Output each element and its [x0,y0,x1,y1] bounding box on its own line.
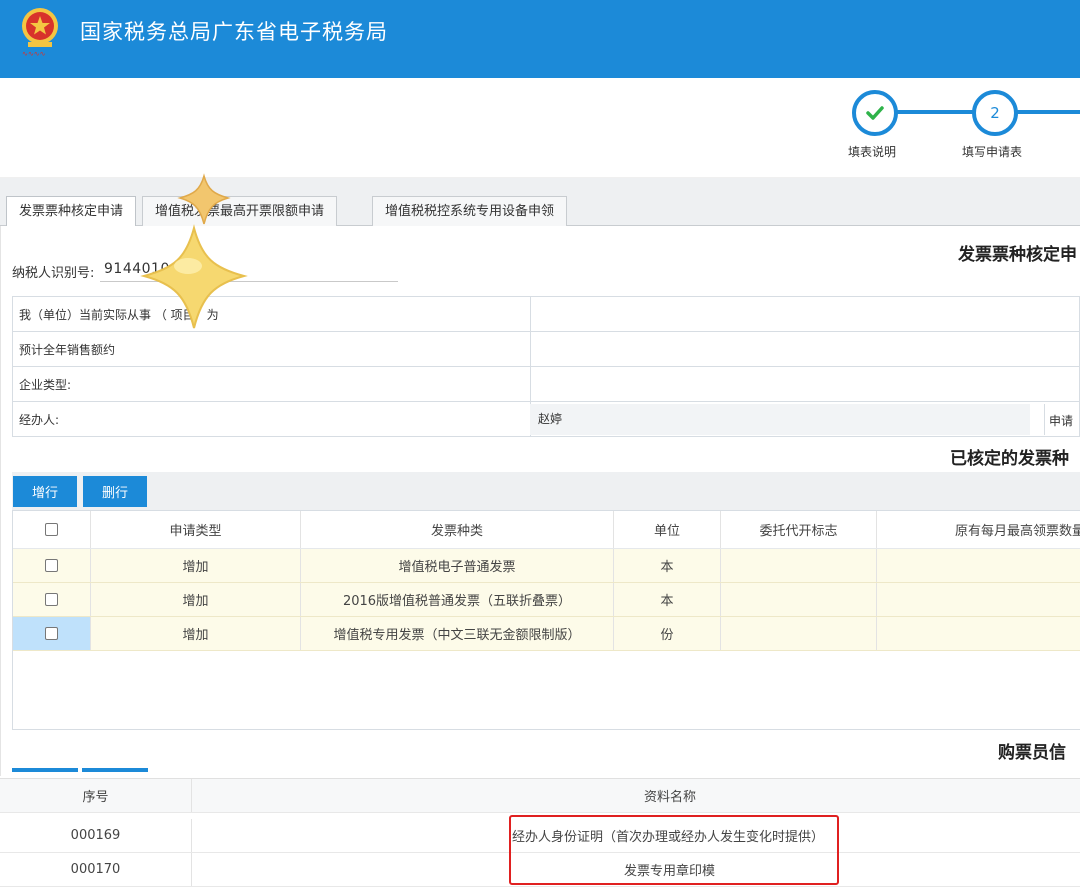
step-2-label: 填写申请表 [962,145,1023,159]
progress-stepper [0,78,1080,178]
approved-invoice-grid: 申请类型 发票种类 单位 委托代开标志 原有每月最高领票数量 增加 增值税电子普… [12,510,1080,730]
table-row[interactable]: 增加 增值税专用发票（中文三联无金额限制版） 份 [13,617,1080,651]
row-checkbox[interactable] [45,593,58,606]
delete-row-button[interactable]: 删行 [83,476,147,507]
monthly-max-cell [877,583,1080,616]
apply-type-cell: 增加 [91,583,301,616]
taxpayer-id-label: 纳税人识别号: [12,266,95,281]
approved-section-title: 已核定的发票种 [950,449,1069,469]
business-scope-field[interactable] [530,296,1080,332]
delegate-cell [721,549,877,582]
step-2-indicator: 2 [972,90,1018,136]
row-checkbox[interactable] [45,627,58,640]
doc-number-cell: 000170 [0,853,192,886]
step-1-check-icon [852,90,898,136]
column-header: 序号 [0,779,192,812]
business-scope-label: 我（单位）当前实际从事 （ 项目）为 [12,296,531,332]
unit-cell: 份 [614,617,721,650]
grid-toolbar [12,472,1080,510]
buyer-add-button-edge[interactable] [12,768,78,772]
monthly-max-cell [877,617,1080,650]
step-connector [1016,110,1080,114]
delegate-cell [721,583,877,616]
annual-sales-label: 预计全年销售额约 [12,331,531,367]
annotation-highlight-box [509,815,839,885]
agent-name-field[interactable]: 赵婷 [530,404,1030,435]
table-row[interactable]: 增加 2016版增值税普通发票（五联折叠票） 本 [13,583,1080,617]
column-header: 发票种类 [301,511,614,548]
row-select-cell [13,617,91,650]
form-section-title: 发票票种核定申 [958,245,1077,265]
select-all-cell [13,511,91,548]
invoice-kind-cell: 2016版增值税普通发票（五联折叠票） [301,583,614,616]
seal-logo: ∿∿∿∿ [22,50,46,58]
buyer-delete-button-edge[interactable] [82,768,148,772]
unit-cell: 本 [614,583,721,616]
tab-invoice-type-approval[interactable]: 发票票种核定申请 [6,196,137,227]
application-date-label: 申请 [1044,404,1080,435]
column-header: 资料名称 [644,790,697,805]
unit-cell: 本 [614,549,721,582]
apply-type-cell: 增加 [91,549,301,582]
row-select-cell [13,583,91,616]
buyer-section-title: 购票员信 [998,743,1066,763]
app-title: 国家税务总局广东省电子税务局 [80,20,388,44]
doc-number-cell: 000169 [0,819,192,852]
agent-label: 经办人: [12,401,531,437]
select-all-checkbox[interactable] [45,523,58,536]
add-row-button[interactable]: 增行 [13,476,77,507]
step-connector [895,110,973,114]
row-checkbox[interactable] [45,559,58,572]
row-select-cell [13,549,91,582]
monthly-max-cell [877,549,1080,582]
column-header: 单位 [614,511,721,548]
enterprise-type-label: 企业类型: [12,366,531,402]
column-header: 申请类型 [91,511,301,548]
docs-header-row: 序号 资料名称 [0,779,1080,813]
step-1-label: 填表说明 [848,145,897,159]
column-header: 委托代开标志 [721,511,877,548]
star-sticker-large [138,222,250,338]
table-row[interactable]: 增加 增值税电子普通发票 本 [13,549,1080,583]
column-header: 原有每月最高领票数量 [955,524,1080,539]
apply-type-cell: 增加 [91,617,301,650]
grid-header-row: 申请类型 发票种类 单位 委托代开标志 原有每月最高领票数量 [13,511,1080,549]
enterprise-type-field[interactable] [530,366,1080,402]
tab-tax-control-device[interactable]: 增值税税控系统专用设备申领 [372,196,568,226]
invoice-kind-cell: 增值税电子普通发票 [301,549,614,582]
app-header: ∿∿∿∿ 国家税务总局广东省电子税务局 [0,0,1080,78]
invoice-kind-cell: 增值税专用发票（中文三联无金额限制版） [301,617,614,650]
delegate-cell [721,617,877,650]
annual-sales-field[interactable] [530,331,1080,367]
